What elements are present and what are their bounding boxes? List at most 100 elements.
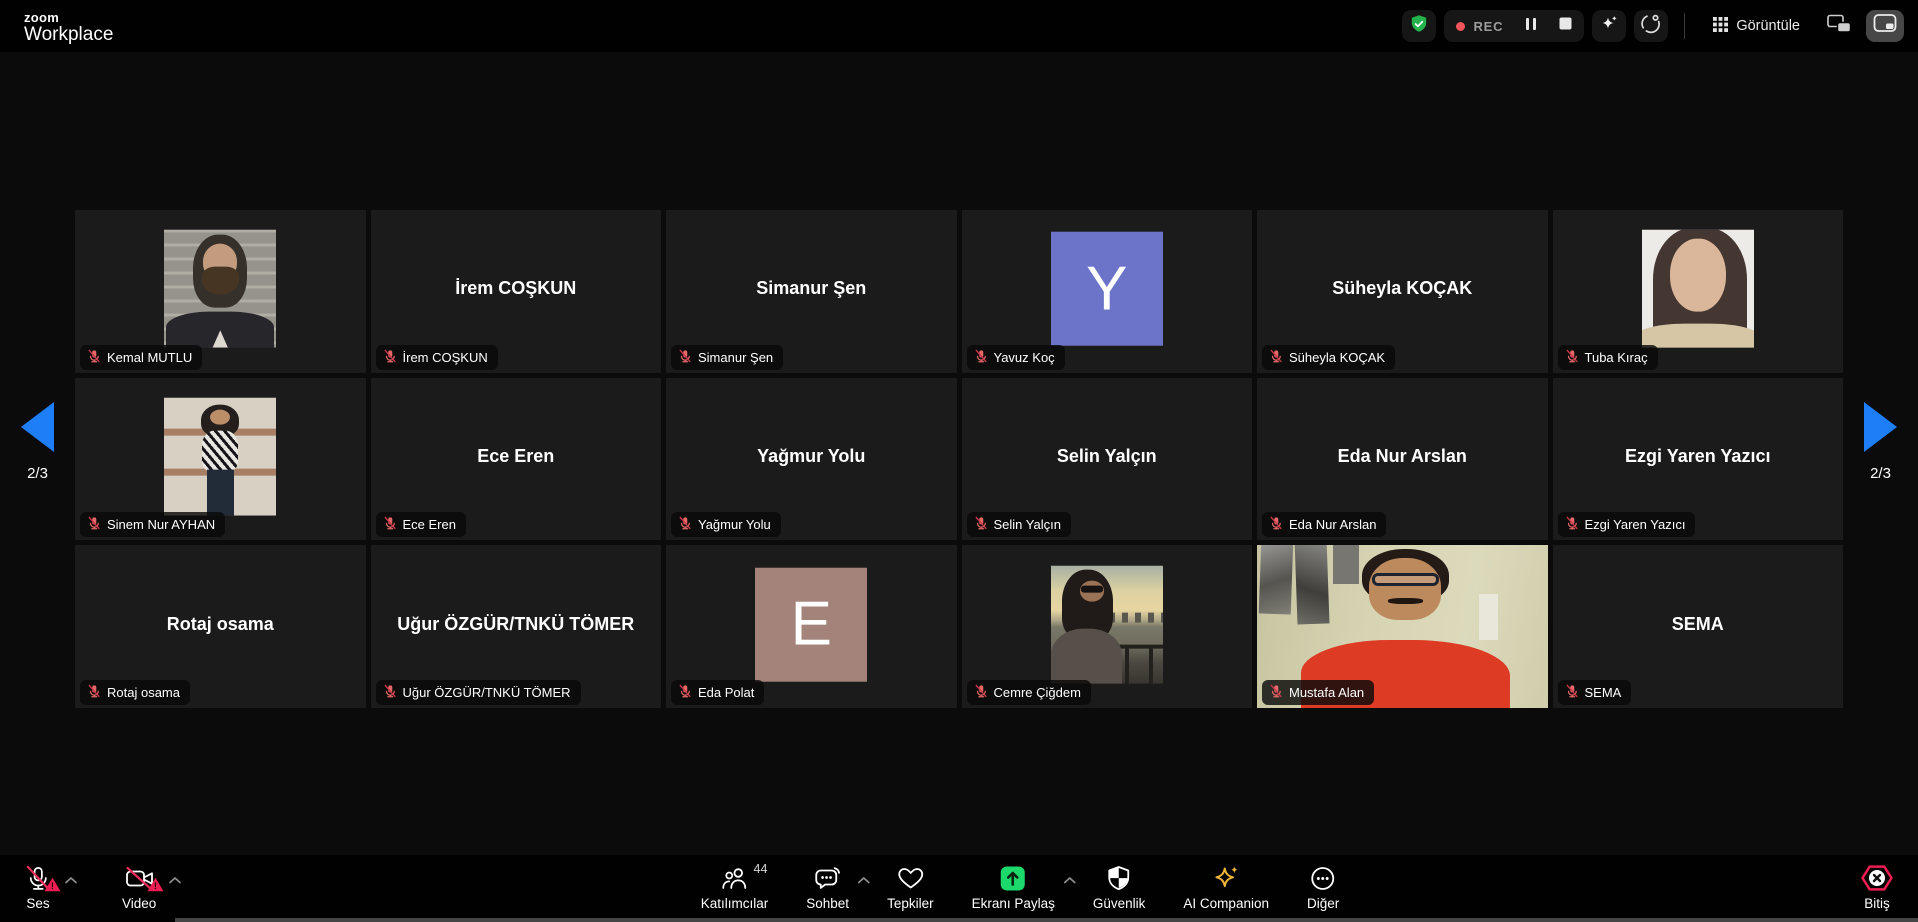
avatar-letter: Y (1086, 254, 1127, 325)
top-bar: zoom Workplace REC (0, 0, 1918, 52)
participant-name-label: Ece Eren (376, 512, 466, 537)
view-button[interactable]: Görüntüle (1713, 17, 1800, 36)
fullscreen-toggle-button[interactable] (1866, 10, 1904, 42)
participant-tile[interactable]: Mustafa Alan (1257, 545, 1548, 708)
muted-mic-icon (678, 684, 692, 701)
rec-label: REC (1473, 19, 1503, 34)
participant-tile[interactable]: SEMA SEMA (1553, 545, 1844, 708)
muted-mic-icon (974, 516, 988, 533)
rec-dot-icon (1456, 22, 1465, 31)
participant-name: Ezgi Yaren Yazıcı (1585, 517, 1686, 532)
participant-tile[interactable]: İrem COŞKUNİrem COŞKUN (371, 210, 662, 373)
participant-name-label: Tuba Kıraç (1558, 345, 1658, 370)
share-screen-label: Ekranı Paylaş (972, 896, 1055, 911)
participant-tile[interactable]: Selin YalçınSelin Yalçın (962, 378, 1253, 541)
muted-mic-icon (383, 516, 397, 533)
reactions-button[interactable]: Tepkiler (887, 864, 934, 911)
audio-options-chevron[interactable] (64, 872, 78, 887)
participant-tile[interactable]: Süheyla KOÇAK Süheyla KOÇAK (1257, 210, 1548, 373)
participant-name: Yağmur Yolu (698, 517, 771, 532)
participants-label: Katılımcılar (701, 896, 769, 911)
participant-tile[interactable]: Uğur ÖZGÜR/TNKÜ TÖMERUğur ÖZGÜR/TNKÜ TÖM… (371, 545, 662, 708)
muted-mic-icon (678, 349, 692, 366)
participant-name: Selin Yalçın (994, 517, 1061, 532)
participant-photo (164, 230, 276, 348)
participant-display-name: SEMA (1553, 614, 1844, 635)
chat-button[interactable]: Sohbet (806, 864, 849, 911)
participant-tile[interactable]: Rotaj osamaRotaj osama (75, 545, 366, 708)
chat-icon (813, 864, 843, 892)
participant-name: Sinem Nur AYHAN (107, 517, 215, 532)
participant-tile[interactable]: Kemal MUTLU (75, 210, 366, 373)
participant-name: İrem COŞKUN (403, 350, 488, 365)
ai-sparkle-button[interactable] (1592, 10, 1626, 42)
prev-page-arrow-icon[interactable] (21, 402, 54, 452)
meeting-toolbar: ! Ses ! Video 44 (0, 855, 1918, 922)
next-page-arrow-icon[interactable] (1864, 402, 1897, 452)
camera-off-icon: ! (124, 864, 155, 892)
participant-display-name: Yağmur Yolu (666, 446, 957, 467)
more-button[interactable]: Diğer (1307, 864, 1339, 911)
chat-label: Sohbet (806, 896, 849, 911)
security-button[interactable]: Güvenlik (1093, 864, 1146, 911)
security-label: Güvenlik (1093, 896, 1146, 911)
participant-tile[interactable]: EEda Polat (666, 545, 957, 708)
muted-mic-icon (87, 516, 101, 533)
participant-tile[interactable]: Ezgi Yaren YazıcıEzgi Yaren Yazıcı (1553, 378, 1844, 541)
participant-name-label: Mustafa Alan (1262, 680, 1374, 705)
participant-tile[interactable]: Tuba Kıraç (1553, 210, 1844, 373)
shield-check-icon (1409, 14, 1429, 39)
participant-name: Kemal MUTLU (107, 350, 192, 365)
page-indicator-right: 2/3 (1870, 465, 1891, 482)
prev-page-rail: 2/3 (0, 40, 75, 843)
participant-name-label: SEMA (1558, 680, 1632, 705)
pause-recording-button[interactable] (1525, 17, 1537, 36)
participant-name-label: İrem COŞKUN (376, 345, 498, 370)
audio-warning-icon: ! (44, 877, 61, 895)
share-options-chevron[interactable] (1063, 872, 1077, 887)
muted-mic-icon (87, 349, 101, 366)
participant-tile[interactable]: Ece Eren Ece Eren (371, 378, 662, 541)
participant-count-badge: 44 (754, 862, 768, 876)
participant-tile[interactable]: Yağmur Yolu Yağmur Yolu (666, 378, 957, 541)
participant-display-name: Süheyla KOÇAK (1257, 278, 1548, 299)
more-label: Diğer (1307, 896, 1339, 911)
participant-tile[interactable]: Sinem Nur AYHAN (75, 378, 366, 541)
reactions-label: Tepkiler (887, 896, 934, 911)
muted-mic-icon (1565, 349, 1579, 366)
muted-mic-icon (1269, 516, 1283, 533)
participant-display-name: Eda Nur Arslan (1257, 446, 1548, 467)
heart-icon (895, 864, 925, 892)
gallery-grid: Kemal MUTLUİrem COŞKUNİrem COŞKUNSimanur… (75, 210, 1843, 708)
participant-display-name: Ece Eren (371, 446, 662, 467)
share-screen-button[interactable]: Ekranı Paylaş (972, 864, 1055, 911)
pip-icon (1827, 14, 1852, 38)
participant-display-name: Simanur Şen (666, 278, 957, 299)
svg-text:!: ! (51, 881, 54, 892)
participant-name: Simanur Şen (698, 350, 773, 365)
chat-options-chevron[interactable] (857, 872, 871, 887)
smart-capture-button[interactable] (1634, 10, 1668, 42)
pip-active-icon (1873, 14, 1898, 38)
minimize-window-button[interactable] (1820, 10, 1858, 42)
stop-recording-button[interactable] (1559, 17, 1572, 35)
end-meeting-label: Bitiş (1864, 896, 1890, 911)
muted-mic-icon (383, 349, 397, 366)
video-options-chevron[interactable] (168, 872, 182, 887)
encryption-shield-button[interactable] (1402, 10, 1436, 42)
participant-tile[interactable]: Simanur Şen Simanur Şen (666, 210, 957, 373)
ai-companion-button[interactable]: AI Companion (1183, 864, 1269, 911)
participant-tile[interactable]: Eda Nur ArslanEda Nur Arslan (1257, 378, 1548, 541)
participant-name: Rotaj osama (107, 685, 180, 700)
end-meeting-button[interactable]: Bitiş (1860, 864, 1894, 911)
participant-tile[interactable]: Cemre Çiğdem (962, 545, 1253, 708)
audio-button[interactable]: ! Ses (24, 864, 52, 911)
participant-tile[interactable]: Y Yavuz Koç (962, 210, 1253, 373)
muted-mic-icon (678, 516, 692, 533)
participant-name-label: Yavuz Koç (967, 345, 1065, 370)
participant-display-name: Uğur ÖZGÜR/TNKÜ TÖMER (371, 614, 662, 635)
participants-button[interactable]: 44 Katılımcılar (701, 864, 769, 911)
participant-name-label: Süheyla KOÇAK (1262, 345, 1395, 370)
video-button[interactable]: ! Video (122, 864, 156, 911)
muted-mic-icon (383, 684, 397, 701)
